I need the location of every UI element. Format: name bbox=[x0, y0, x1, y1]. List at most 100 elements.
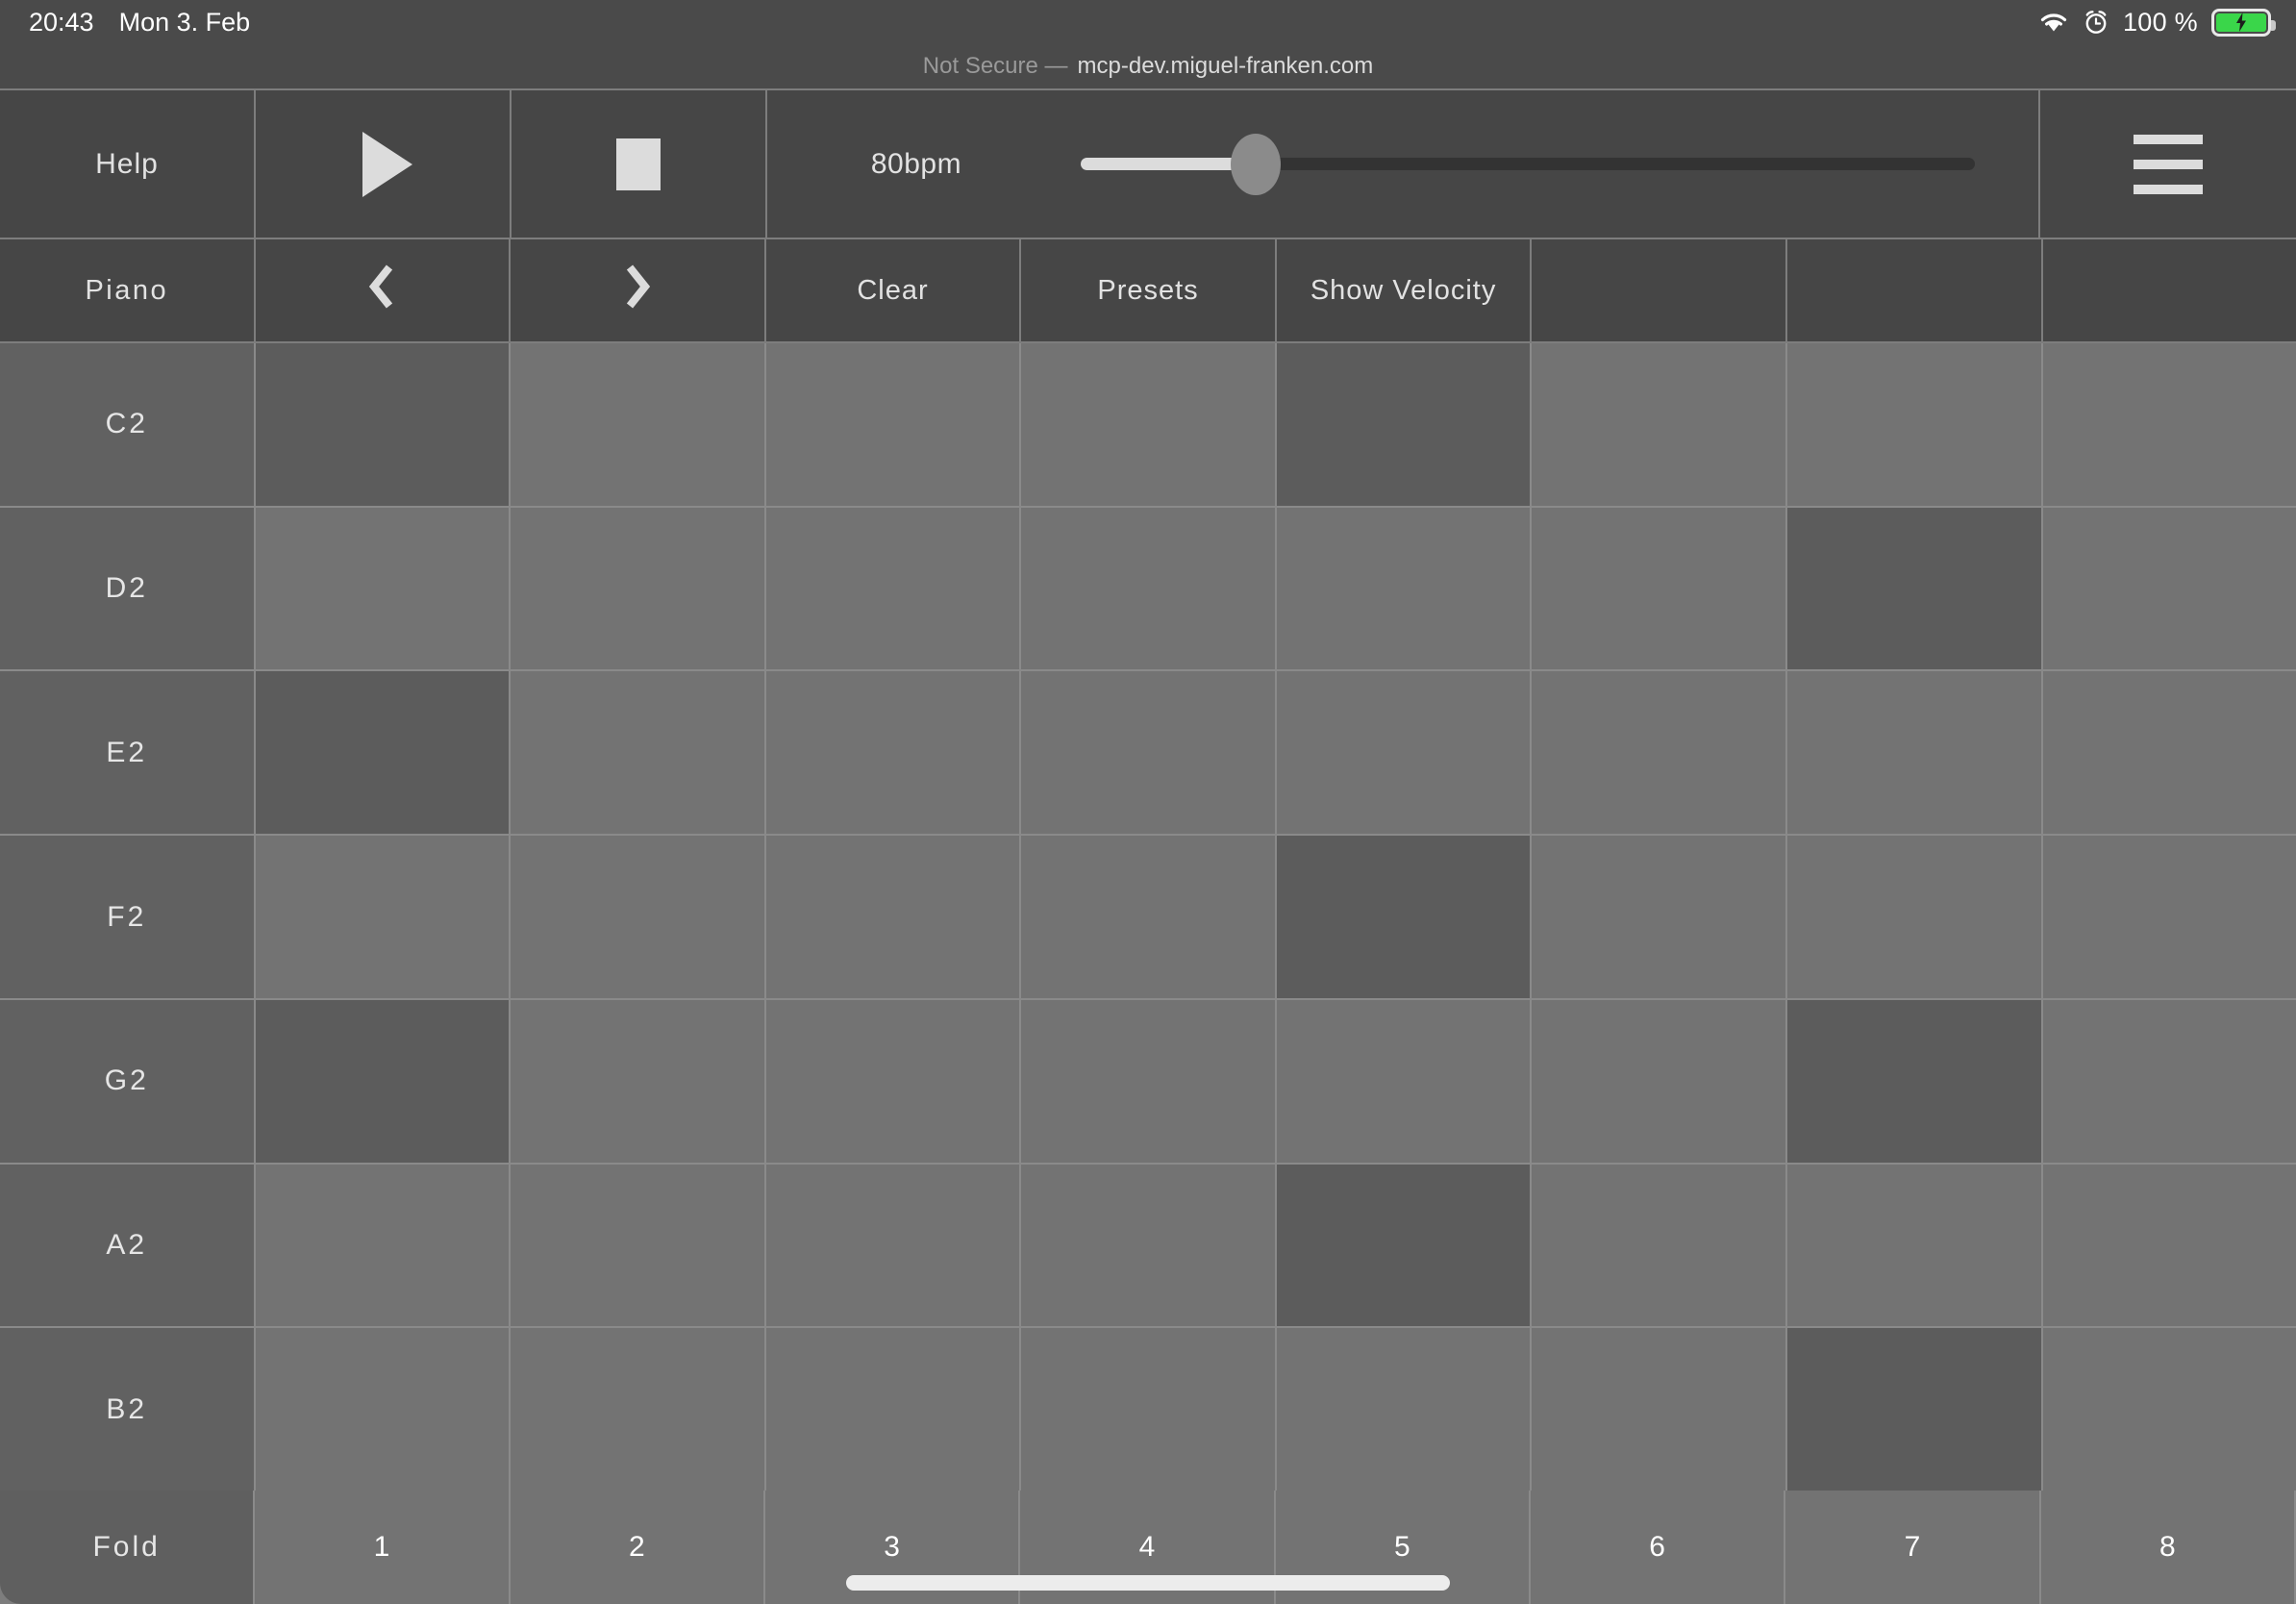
fold-button[interactable]: Fold bbox=[0, 1491, 256, 1604]
toolbar-empty-slot-2[interactable] bbox=[1786, 239, 2043, 343]
step-cell[interactable] bbox=[1786, 671, 2043, 835]
next-instrument-button[interactable] bbox=[511, 239, 766, 343]
step-cell[interactable] bbox=[1021, 507, 1277, 670]
step-cell[interactable] bbox=[1532, 671, 1787, 835]
presets-button[interactable]: Presets bbox=[1021, 239, 1277, 343]
step-cell[interactable] bbox=[1786, 507, 2043, 670]
status-bar-left: 20:43 Mon 3. Feb bbox=[0, 8, 250, 38]
note-label-a2[interactable]: A2 bbox=[0, 1164, 256, 1327]
sequencer-row: D2 bbox=[0, 507, 2296, 672]
step-cell[interactable] bbox=[1532, 343, 1787, 506]
step-cell[interactable] bbox=[1786, 1164, 2043, 1327]
ios-status-bar: 20:43 Mon 3. Feb 100 % bbox=[0, 0, 2296, 44]
step-cell[interactable] bbox=[511, 671, 766, 835]
step-cell[interactable] bbox=[255, 1164, 512, 1327]
step-cell[interactable] bbox=[1276, 836, 1533, 998]
step-cell[interactable] bbox=[1276, 343, 1533, 506]
alarm-clock-icon bbox=[2083, 9, 2109, 36]
step-cell[interactable] bbox=[1276, 671, 1533, 835]
sequencer-row: A2 bbox=[0, 1164, 2296, 1329]
step-cell[interactable] bbox=[1021, 999, 1277, 1163]
step-cell[interactable] bbox=[1532, 999, 1787, 1163]
step-cell[interactable] bbox=[1276, 1164, 1533, 1327]
step-cell[interactable] bbox=[511, 1328, 766, 1491]
step-cell[interactable] bbox=[1276, 507, 1533, 670]
step-cell[interactable] bbox=[1786, 999, 2043, 1163]
tempo-value-label: 80bpm bbox=[870, 147, 962, 180]
step-cell[interactable] bbox=[2042, 999, 2296, 1163]
note-label-g2[interactable]: G2 bbox=[0, 999, 256, 1163]
previous-instrument-button[interactable] bbox=[255, 239, 512, 343]
instrument-selector-button[interactable]: Piano bbox=[0, 239, 256, 343]
step-cell[interactable] bbox=[1021, 343, 1277, 506]
step-number-7[interactable]: 7 bbox=[1785, 1491, 2041, 1604]
step-cell[interactable] bbox=[1532, 507, 1787, 670]
step-cell[interactable] bbox=[765, 1164, 1022, 1327]
step-cell[interactable] bbox=[765, 343, 1022, 506]
help-button[interactable]: Help bbox=[0, 90, 256, 239]
step-cell[interactable] bbox=[511, 1164, 766, 1327]
note-label-f2[interactable]: F2 bbox=[0, 836, 256, 998]
tempo-slider[interactable] bbox=[1065, 90, 1975, 238]
step-cell[interactable] bbox=[511, 836, 766, 998]
sequencer-grid: C2 D2 E2 F2 G2 A2 B2 bbox=[0, 343, 2296, 1491]
tempo-slider-thumb[interactable] bbox=[1231, 133, 1282, 195]
step-cell[interactable] bbox=[255, 1328, 512, 1491]
step-cell[interactable] bbox=[511, 343, 766, 506]
step-cell[interactable] bbox=[255, 836, 512, 998]
step-cell[interactable] bbox=[1786, 1328, 2043, 1491]
show-velocity-button-label: Show Velocity bbox=[1310, 274, 1497, 306]
step-cell[interactable] bbox=[255, 507, 512, 670]
step-cell[interactable] bbox=[2042, 1164, 2296, 1327]
step-number-2[interactable]: 2 bbox=[510, 1491, 765, 1604]
step-cell[interactable] bbox=[2042, 343, 2296, 506]
step-cell[interactable] bbox=[1786, 343, 2043, 506]
step-cell[interactable] bbox=[1532, 836, 1787, 998]
sequencer-row: F2 bbox=[0, 836, 2296, 1000]
step-cell[interactable] bbox=[511, 507, 766, 670]
browser-address-bar[interactable]: Not Secure — mcp-dev.miguel-franken.com bbox=[0, 44, 2296, 88]
step-cell[interactable] bbox=[1786, 836, 2043, 998]
step-cell[interactable] bbox=[1021, 1164, 1277, 1327]
sequencer-row: G2 bbox=[0, 999, 2296, 1165]
step-cell[interactable] bbox=[1021, 671, 1277, 835]
wifi-icon bbox=[2038, 11, 2069, 34]
step-cell[interactable] bbox=[2042, 671, 2296, 835]
toolbar-empty-slot-1[interactable] bbox=[1532, 239, 1787, 343]
step-number-1[interactable]: 1 bbox=[255, 1491, 511, 1604]
note-label-c2[interactable]: C2 bbox=[0, 343, 256, 506]
step-cell[interactable] bbox=[255, 343, 512, 506]
step-cell[interactable] bbox=[765, 836, 1022, 998]
step-number-8[interactable]: 8 bbox=[2040, 1491, 2296, 1604]
step-cell[interactable] bbox=[511, 999, 766, 1163]
stop-icon bbox=[616, 138, 661, 190]
step-cell[interactable] bbox=[1276, 1328, 1533, 1491]
instrument-label: Piano bbox=[85, 274, 169, 306]
step-cell[interactable] bbox=[1021, 1328, 1277, 1491]
toolbar-empty-slot-3[interactable] bbox=[2042, 239, 2296, 343]
note-label-d2[interactable]: D2 bbox=[0, 507, 256, 670]
step-cell[interactable] bbox=[1021, 836, 1277, 998]
clear-button[interactable]: Clear bbox=[765, 239, 1022, 343]
step-cell[interactable] bbox=[2042, 507, 2296, 670]
stop-button[interactable] bbox=[512, 90, 767, 239]
step-cell[interactable] bbox=[1532, 1164, 1787, 1327]
sequencer-row: C2 bbox=[0, 343, 2296, 508]
step-cell[interactable] bbox=[765, 671, 1022, 835]
step-cell[interactable] bbox=[255, 999, 512, 1163]
note-label-b2[interactable]: B2 bbox=[0, 1328, 256, 1491]
menu-button[interactable] bbox=[2040, 90, 2296, 239]
show-velocity-button[interactable]: Show Velocity bbox=[1276, 239, 1533, 343]
step-cell[interactable] bbox=[255, 671, 512, 835]
play-button[interactable] bbox=[256, 90, 512, 239]
step-cell[interactable] bbox=[765, 1328, 1022, 1491]
step-cell[interactable] bbox=[765, 507, 1022, 670]
note-label-e2[interactable]: E2 bbox=[0, 671, 256, 835]
step-cell[interactable] bbox=[1532, 1328, 1787, 1491]
step-cell[interactable] bbox=[2042, 836, 2296, 998]
step-cell[interactable] bbox=[765, 999, 1022, 1163]
step-number-6[interactable]: 6 bbox=[1530, 1491, 1786, 1604]
step-cell[interactable] bbox=[2042, 1328, 2296, 1491]
clear-button-label: Clear bbox=[857, 274, 929, 306]
step-cell[interactable] bbox=[1276, 999, 1533, 1163]
